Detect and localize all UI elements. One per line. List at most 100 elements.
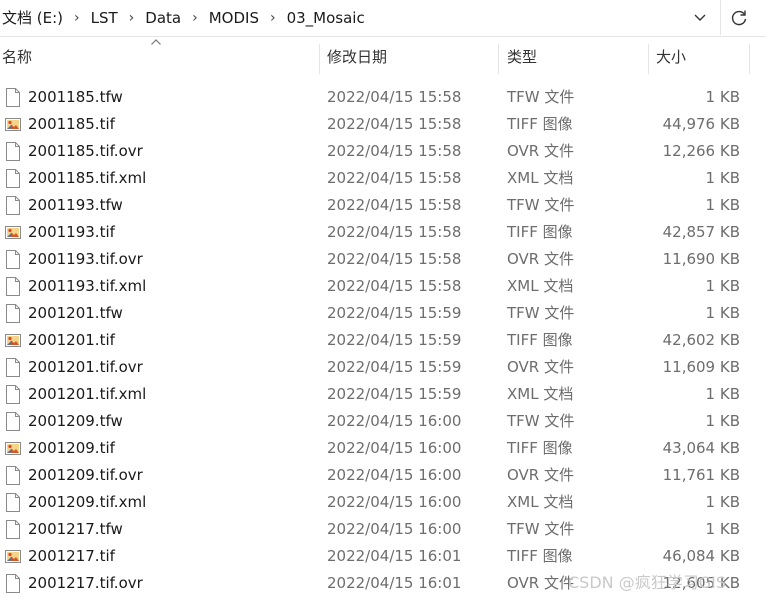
file-type: OVR 文件 bbox=[507, 142, 574, 160]
refresh-button[interactable] bbox=[724, 4, 754, 32]
file-icon bbox=[6, 466, 20, 485]
file-type: TFW 文件 bbox=[507, 520, 575, 538]
address-bar: 文档 (E:) › LST › Data › MODIS › 03_Mosaic bbox=[0, 0, 766, 37]
file-date: 2022/04/15 16:00 bbox=[327, 520, 462, 538]
chevron-right-icon[interactable]: › bbox=[69, 10, 85, 26]
file-row[interactable]: 2001201.tif.ovr 2022/04/15 15:59 OVR 文件 11,… bbox=[0, 354, 766, 381]
breadcrumb-item[interactable]: 03_Mosaic bbox=[281, 9, 371, 27]
file-date: 2022/04/15 15:58 bbox=[327, 250, 462, 268]
file-row[interactable]: 2001193.tif.xml 2022/04/15 15:58 XML 文档 1 K… bbox=[0, 273, 766, 300]
column-divider[interactable] bbox=[749, 44, 750, 74]
file-icon bbox=[6, 142, 20, 161]
file-row[interactable]: 2001185.tif.xml 2022/04/15 15:58 XML 文档 1 K… bbox=[0, 165, 766, 192]
file-type: TFW 文件 bbox=[507, 196, 575, 214]
file-name: 2001193.tfw bbox=[28, 196, 123, 214]
file-name: 2001193.tif bbox=[28, 223, 115, 241]
file-type: XML 文档 bbox=[507, 277, 574, 295]
breadcrumb-item[interactable]: 文档 (E:) bbox=[0, 7, 69, 28]
image-file-icon bbox=[5, 442, 21, 455]
column-header: 名称 修改日期 类型 大小 bbox=[0, 36, 766, 76]
file-date: 2022/04/15 15:59 bbox=[327, 331, 462, 349]
file-name: 2001209.tif bbox=[28, 439, 115, 457]
file-row[interactable]: 2001193.tif.ovr 2022/04/15 15:58 OVR 文件 11,… bbox=[0, 246, 766, 273]
file-icon bbox=[6, 196, 20, 215]
breadcrumb-item[interactable]: LST bbox=[85, 9, 124, 27]
file-row[interactable]: 2001201.tif.xml 2022/04/15 15:59 XML 文档 1 K… bbox=[0, 381, 766, 408]
file-type: XML 文档 bbox=[507, 493, 574, 511]
chevron-right-icon[interactable]: › bbox=[187, 10, 203, 26]
refresh-icon bbox=[731, 10, 747, 26]
file-row[interactable]: 2001209.tfw 2022/04/15 16:00 TFW 文件 1 KB bbox=[0, 408, 766, 435]
file-name: 2001201.tif.ovr bbox=[28, 358, 143, 376]
file-size: 1 KB bbox=[705, 169, 740, 187]
breadcrumb-item[interactable]: MODIS bbox=[203, 9, 265, 27]
file-type: OVR 文件 bbox=[507, 466, 574, 484]
file-size: 42,857 KB bbox=[662, 223, 740, 241]
file-row[interactable]: 2001217.tfw 2022/04/15 16:00 TFW 文件 1 KB bbox=[0, 516, 766, 543]
column-divider[interactable] bbox=[498, 44, 499, 74]
file-size: 11,690 KB bbox=[662, 250, 740, 268]
column-size[interactable]: 大小 bbox=[656, 36, 748, 76]
file-row[interactable]: 2001209.tif.ovr 2022/04/15 16:00 OVR 文件 11,… bbox=[0, 462, 766, 489]
file-row[interactable]: 2001193.tfw 2022/04/15 15:58 TFW 文件 1 KB bbox=[0, 192, 766, 219]
file-name: 2001185.tif.ovr bbox=[28, 142, 143, 160]
file-type: OVR 文件 bbox=[507, 358, 574, 376]
file-icon bbox=[6, 493, 20, 512]
file-row[interactable]: 2001185.tif 2022/04/15 15:58 TIFF 图像 44,976… bbox=[0, 111, 766, 138]
file-date: 2022/04/15 16:00 bbox=[327, 412, 462, 430]
column-date[interactable]: 修改日期 bbox=[327, 36, 497, 76]
file-name: 2001209.tif.ovr bbox=[28, 466, 143, 484]
chevron-down-icon bbox=[694, 14, 706, 21]
column-type[interactable]: 类型 bbox=[507, 36, 647, 76]
file-date: 2022/04/15 15:58 bbox=[327, 196, 462, 214]
breadcrumb-item[interactable]: Data bbox=[139, 9, 187, 27]
file-type: TFW 文件 bbox=[507, 304, 575, 322]
file-type: TIFF 图像 bbox=[507, 331, 573, 349]
file-row[interactable]: 2001209.tif.xml 2022/04/15 16:00 XML 文档 1 K… bbox=[0, 489, 766, 516]
file-row[interactable]: 2001193.tif 2022/04/15 15:58 TIFF 图像 42,857… bbox=[0, 219, 766, 246]
address-history-dropdown[interactable] bbox=[686, 6, 714, 30]
file-date: 2022/04/15 15:58 bbox=[327, 115, 462, 133]
file-name: 2001201.tif bbox=[28, 331, 115, 349]
file-name: 2001201.tif.xml bbox=[28, 385, 147, 403]
file-type: OVR 文件 bbox=[507, 574, 574, 592]
file-date: 2022/04/15 15:59 bbox=[327, 385, 462, 403]
file-row[interactable]: 2001185.tif.ovr 2022/04/15 15:58 OVR 文件 12,… bbox=[0, 138, 766, 165]
file-size: 1 KB bbox=[705, 412, 740, 430]
file-type: TIFF 图像 bbox=[507, 547, 573, 565]
file-name: 2001217.tfw bbox=[28, 520, 123, 538]
file-name: 2001217.tif.ovr bbox=[28, 574, 143, 592]
file-type: TIFF 图像 bbox=[507, 223, 573, 241]
file-icon bbox=[6, 250, 20, 269]
file-name: 2001209.tfw bbox=[28, 412, 123, 430]
file-row[interactable]: 2001185.tfw 2022/04/15 15:58 TFW 文件 1 KB bbox=[0, 84, 766, 111]
file-row[interactable]: 2001201.tif 2022/04/15 15:59 TIFF 图像 42,602… bbox=[0, 327, 766, 354]
file-size: 1 KB bbox=[705, 493, 740, 511]
file-size: 1 KB bbox=[705, 277, 740, 295]
breadcrumb[interactable]: 文档 (E:) › LST › Data › MODIS › 03_Mosaic bbox=[0, 0, 721, 35]
chevron-right-icon[interactable]: › bbox=[124, 10, 140, 26]
column-divider[interactable] bbox=[648, 44, 649, 74]
image-file-icon bbox=[5, 226, 21, 239]
file-icon bbox=[6, 304, 20, 323]
file-icon bbox=[6, 169, 20, 188]
file-list: 2001185.tfw 2022/04/15 15:58 TFW 文件 1 KB 200… bbox=[0, 84, 766, 597]
column-divider[interactable] bbox=[319, 44, 320, 74]
image-file-icon bbox=[5, 334, 21, 347]
file-name: 2001185.tif bbox=[28, 115, 115, 133]
file-name: 2001209.tif.xml bbox=[28, 493, 147, 511]
file-row[interactable]: 2001217.tif 2022/04/15 16:01 TIFF 图像 46,084… bbox=[0, 543, 766, 570]
column-name[interactable]: 名称 bbox=[2, 36, 318, 76]
file-name: 2001193.tif.xml bbox=[28, 277, 147, 295]
file-row[interactable]: 2001201.tfw 2022/04/15 15:59 TFW 文件 1 KB bbox=[0, 300, 766, 327]
file-size: 1 KB bbox=[705, 520, 740, 538]
file-date: 2022/04/15 16:01 bbox=[327, 547, 462, 565]
file-date: 2022/04/15 15:58 bbox=[327, 169, 462, 187]
file-type: TFW 文件 bbox=[507, 88, 575, 106]
file-date: 2022/04/15 15:58 bbox=[327, 277, 462, 295]
chevron-right-icon[interactable]: › bbox=[265, 10, 281, 26]
file-date: 2022/04/15 15:59 bbox=[327, 304, 462, 322]
file-size: 11,761 KB bbox=[662, 466, 740, 484]
file-row[interactable]: 2001209.tif 2022/04/15 16:00 TIFF 图像 43,064… bbox=[0, 435, 766, 462]
file-date: 2022/04/15 15:59 bbox=[327, 358, 462, 376]
